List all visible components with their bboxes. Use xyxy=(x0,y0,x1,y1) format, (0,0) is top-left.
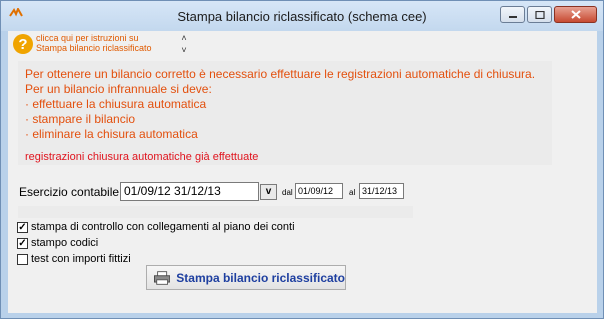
help-link[interactable]: ? clicca qui per istruzioni su Stampa bi… xyxy=(11,32,195,60)
checkbox-controllo[interactable]: ✓ xyxy=(17,221,28,233)
option-controllo-label: stampa di controllo con collegamenti al … xyxy=(31,221,295,233)
option-test[interactable]: test con importi fittizi xyxy=(17,253,131,265)
option-test-label: test con importi fittizi xyxy=(31,253,131,265)
checkbox-codici[interactable]: ✓ xyxy=(17,237,28,249)
app-window: Stampa bilancio riclassificato (schema c… xyxy=(0,0,604,319)
notice-line-4: · stampare il bilancio xyxy=(25,112,136,126)
dal-input[interactable]: 01/09/12 xyxy=(295,183,343,199)
notice-line-3: · effettuare la chiusura automatica xyxy=(25,97,207,111)
question-icon: ? xyxy=(13,34,33,54)
minimize-icon xyxy=(508,15,517,18)
print-button[interactable]: Stampa bilancio riclassificato xyxy=(146,265,346,290)
al-input[interactable]: 31/12/13 xyxy=(359,183,404,199)
option-codici[interactable]: ✓ stampo codici xyxy=(17,237,98,249)
help-scroll[interactable]: ˄ ˅ xyxy=(179,32,189,58)
option-codici-label: stampo codici xyxy=(31,237,99,249)
status-text: registrazioni chiusura automatiche già e… xyxy=(25,151,259,163)
close-icon xyxy=(570,10,581,19)
close-button[interactable] xyxy=(554,6,597,23)
checkbox-test[interactable] xyxy=(17,253,28,265)
client-area: ? clicca qui per istruzioni su Stampa bi… xyxy=(8,31,597,313)
print-button-label: Stampa bilancio riclassificato xyxy=(176,270,345,285)
printer-icon xyxy=(154,270,171,285)
scroll-up-icon[interactable]: ˄ xyxy=(179,32,189,44)
option-controllo[interactable]: ✓ stampa di controllo con collegamenti a… xyxy=(17,221,295,233)
dal-label: dal xyxy=(282,188,293,197)
minimize-button[interactable] xyxy=(500,6,525,23)
help-line-2: Stampa bilancio riclassificato xyxy=(36,43,152,53)
al-label: al xyxy=(349,188,356,197)
esercizio-dropdown-button[interactable]: v xyxy=(260,184,277,200)
maximize-icon xyxy=(534,10,545,19)
notice-line-5: · eliminare la chisura automatica xyxy=(25,127,198,141)
esercizio-select[interactable]: 01/09/12 31/12/13 xyxy=(120,182,259,201)
scroll-down-icon[interactable]: ˅ xyxy=(179,44,189,56)
info-strip xyxy=(18,206,413,218)
notice-line-1: Per ottenere un bilancio corretto è nece… xyxy=(25,67,536,81)
notice-line-2: Per un bilancio infrannuale si deve: xyxy=(25,82,212,96)
help-line-1: clicca qui per istruzioni su xyxy=(36,33,139,43)
maximize-button[interactable] xyxy=(527,6,552,23)
title-bar[interactable]: Stampa bilancio riclassificato (schema c… xyxy=(1,1,603,31)
notice-panel: Per ottenere un bilancio corretto è nece… xyxy=(18,61,552,165)
esercizio-label: Esercizio contabile xyxy=(19,185,120,199)
